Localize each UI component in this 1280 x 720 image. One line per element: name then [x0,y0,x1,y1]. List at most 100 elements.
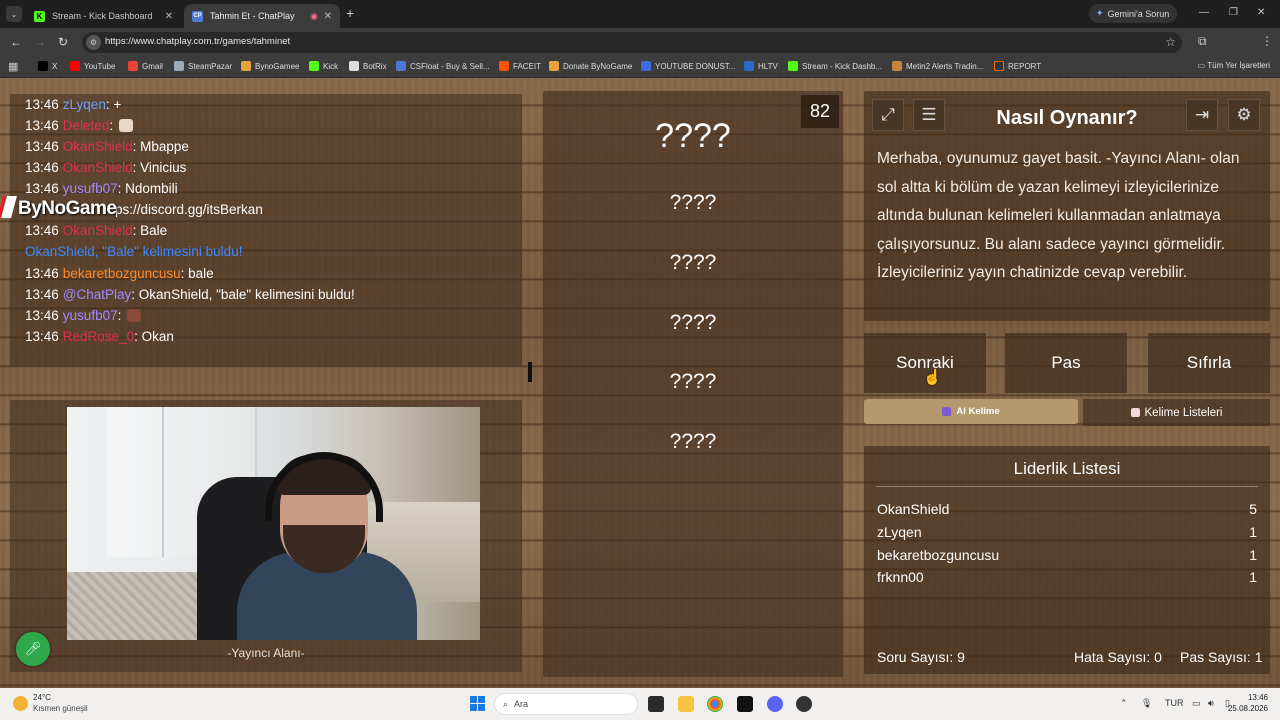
words-panel: 82 ???? ???? ???? ???? ???? ???? [543,91,843,677]
url-field[interactable]: ⚙ https://www.chatplay.com.tr/games/tahm… [82,32,1182,53]
forbidden-word: ???? [669,191,717,214]
list-icon [1130,408,1140,417]
taskbar-search[interactable]: ⌕ Ara [494,693,638,715]
maximize-icon[interactable]: ❐ [1229,7,1238,18]
tab-label: Tahmin Et - ChatPlay [210,11,295,21]
clock-time[interactable]: 13:46 [1248,693,1268,702]
weather-icon[interactable] [13,696,28,711]
obs-icon[interactable] [796,696,812,712]
bynogame-icon [549,61,559,71]
language-indicator[interactable]: TUR [1165,698,1184,708]
bookmark-botrix[interactable]: BotRix [349,61,387,71]
bookmark-star-icon[interactable]: ☆ [1165,35,1176,49]
tab-label: Stream - Kick Dashboard [52,11,153,21]
microphone-tray-icon[interactable]: 🎙︎ [1141,698,1152,709]
start-icon[interactable] [470,696,485,711]
discord-icon[interactable] [767,696,783,712]
chat-line: 13:46 Deleted: [25,118,133,133]
volume-icon[interactable]: 🔊︎ [1208,698,1214,709]
forward-icon[interactable]: → [34,35,46,49]
tab-chatplay[interactable]: CP Tahmin Et - ChatPlay ◉ ✕ [184,4,340,28]
bookmark-youtube[interactable]: YouTube [70,61,115,71]
kick-icon [788,61,798,71]
bookmark-youtube-donust[interactable]: YOUTUBE DONUST... [641,61,735,71]
app-icon[interactable] [737,696,753,712]
leaderboard-panel: Liderlik Listesi OkanShield 5 zLyqen 1 bek… [864,446,1270,674]
task-view-icon[interactable] [648,696,664,712]
forbidden-word: ???? [669,311,717,334]
bookmark-donate-bynogame[interactable]: Donate ByNoGame [549,61,632,71]
youtube-icon [70,61,80,71]
word-lists-button[interactable]: Kelime Listeleri [1083,399,1270,426]
network-icon[interactable]: ▭ [1192,698,1201,709]
chat-line: 13:46 yusufb07: [25,308,142,323]
back-icon[interactable]: ← [10,35,22,49]
chatplay-icon: CP [192,10,203,22]
bookmark-hltv[interactable]: HLTV [744,61,778,71]
divider [876,486,1258,487]
tab-kick-dashboard[interactable]: K Stream - Kick Dashboard ✕ [26,4,181,28]
x-icon [38,61,48,71]
extensions-icon[interactable]: ⧉ [1198,34,1207,49]
pass-button[interactable]: Pas [1005,333,1127,393]
bookmark-kick-dashboard[interactable]: Stream - Kick Dashb... [788,61,882,71]
address-bar: ← → ↻ ⚙ https://www.chatplay.com.tr/game… [0,28,1280,78]
ai-icon [942,407,952,416]
report-icon [994,61,1004,71]
bookmark-x[interactable]: X [38,61,57,71]
gemini-icon: ✦ [1096,8,1104,18]
chat-line: 13:46 OkanShield: Mbappe [25,139,189,154]
metin2-icon [892,61,902,71]
window-close-icon[interactable]: ✕ [1257,7,1265,18]
tab-bar: ⌄ K Stream - Kick Dashboard ✕ CP Tahmin … [0,0,1280,28]
bookmark-csfloat[interactable]: CSFloat - Buy & Sell... [396,61,490,71]
game-page: 13:46 zLyqen: + 13:46 Deleted: 13:46 OkanSh… [0,78,1280,688]
bynogame-logo-icon [0,196,17,218]
chrome-icon[interactable] [707,696,723,712]
clock-date[interactable]: 25.08.2026 [1228,704,1268,713]
chat-line: ps://discord.gg/itsBerkan [115,202,263,217]
bookmarks-bar: ▦ X YouTube Gmail SteamPazar BynoGamee K… [0,56,1280,78]
bookmark-report[interactable]: REPORT [994,61,1041,71]
bookmark-metin2[interactable]: Metin2 Alerts Tradin... [892,61,983,71]
site-info-icon[interactable]: ⚙ [86,35,101,50]
emote-icon [127,309,142,322]
hltv-icon [744,61,754,71]
tray-overflow-icon[interactable]: ⌃ [1120,698,1128,709]
bookmark-kick[interactable]: Kick [309,61,338,71]
chat-line: 13:46 bekaretbozguncusu: bale [25,266,214,281]
bookmark-faceit[interactable]: FACEIT [499,61,541,71]
bookmark-steampazar[interactable]: SteamPazar [174,61,232,71]
how-to-play-title: Nasıl Oynanır? [996,107,1138,129]
chat-scrollbar[interactable] [528,362,532,382]
reload-icon[interactable]: ↻ [58,35,68,49]
tab-search-button[interactable]: ⌄ [6,6,22,22]
forbidden-word: ???? [669,251,717,274]
leaderboard-row: frknn00 1 [877,569,1257,585]
faceit-icon [499,61,509,71]
gemini-button[interactable]: ✦ Gemini'a Sorun [1089,4,1177,23]
chat-panel: 13:46 zLyqen: + 13:46 Deleted: 13:46 OkanSh… [10,94,532,382]
forbidden-word: ???? [669,430,717,453]
stream-overlay-logo: ByNoGame [0,196,117,220]
bookmark-bynogamee[interactable]: BynoGamee [241,61,299,71]
close-tab-icon[interactable]: ✕ [165,11,173,22]
minimize-icon[interactable]: — [1199,7,1209,18]
streamer-area-label: -Yayıncı Alanı- [227,646,305,660]
recording-icon: ◉ [310,10,318,21]
emote-icon [118,119,133,132]
chat-line: 13:46 OkanShield: Bale [25,223,168,238]
bookmark-gmail[interactable]: Gmail [128,61,163,71]
close-tab-icon[interactable]: ✕ [324,11,332,22]
new-tab-button[interactable]: + [346,5,354,21]
apps-grid-icon[interactable]: ▦ [8,60,18,73]
file-explorer-icon[interactable] [678,696,694,712]
pass-count: Pas Sayısı: 1 [1180,649,1263,665]
mic-button[interactable]: 🎤︎ [16,632,50,666]
browser-menu-icon[interactable]: ⋮ [1261,34,1273,48]
all-bookmarks-button[interactable]: ▭ Tüm Yer İşaretleri [1198,61,1270,70]
gemini-label: Gemini'a Sorun [1107,8,1170,19]
reset-button[interactable]: Sıfırla [1148,333,1270,393]
ai-word-button[interactable]: AI Kelime [864,399,1078,424]
chat-line: 13:46 yusufb07: Ndombili [25,181,178,196]
